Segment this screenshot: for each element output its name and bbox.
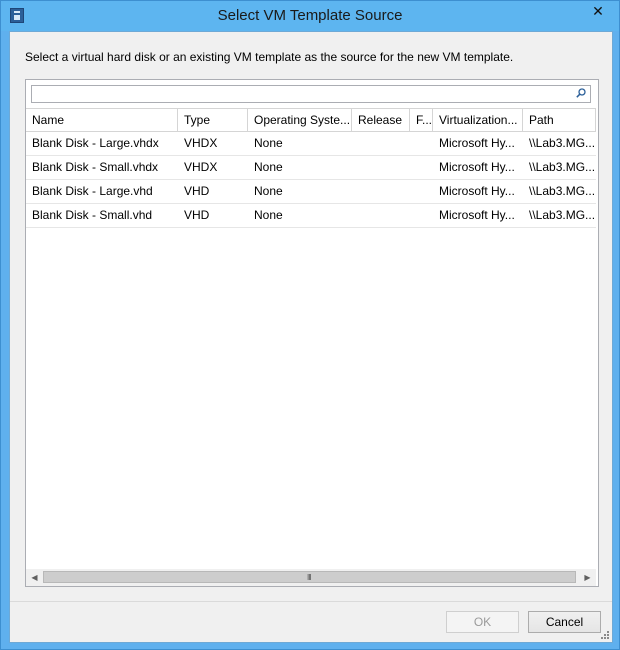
cell-name: Blank Disk - Large.vhd <box>32 184 153 198</box>
horizontal-scrollbar[interactable]: ◀ III ▶ <box>26 569 596 586</box>
cell-f <box>410 156 433 178</box>
button-bar: OK Cancel <box>10 601 612 642</box>
cell-type: VHDX <box>184 136 218 150</box>
search-input[interactable] <box>34 86 564 100</box>
cell-path: \\Lab3.MG... <box>529 136 596 150</box>
scroll-left-icon[interactable]: ◀ <box>26 569 43 586</box>
cell-release <box>352 204 410 226</box>
column-header-type[interactable]: Type <box>178 109 248 131</box>
table-row[interactable]: Blank Disk - Large.vhd VHD None Microsof… <box>26 180 596 204</box>
cell-operating-system: None <box>254 184 283 198</box>
cell-type: VHDX <box>184 160 218 174</box>
column-header-operating-system[interactable]: Operating Syste... <box>248 109 352 131</box>
column-header-release[interactable]: Release <box>352 109 410 131</box>
source-list: Name Type Operating Syste... Release F..… <box>25 79 599 587</box>
resize-grip-icon[interactable] <box>600 630 610 640</box>
cell-f <box>410 132 433 154</box>
column-header-name[interactable]: Name <box>26 109 178 131</box>
column-header-path[interactable]: Path <box>523 109 596 131</box>
cell-release <box>352 180 410 202</box>
header-row: Name Type Operating Syste... Release F..… <box>26 108 596 132</box>
cell-release <box>352 156 410 178</box>
cell-path: \\Lab3.MG... <box>529 160 596 174</box>
table-row[interactable]: Blank Disk - Small.vhdx VHDX None Micros… <box>26 156 596 180</box>
cell-operating-system: None <box>254 136 283 150</box>
cell-type: VHD <box>184 184 210 198</box>
table-row[interactable]: Blank Disk - Small.vhd VHD None Microsof… <box>26 204 596 228</box>
table-row[interactable]: Blank Disk - Large.vhdx VHDX None Micros… <box>26 132 596 156</box>
cell-virtualization: Microsoft Hy... <box>439 184 515 198</box>
close-icon[interactable]: ✕ <box>583 1 613 22</box>
cell-f <box>410 204 433 226</box>
window-title: Select VM Template Source <box>217 7 403 24</box>
title-bar[interactable]: Select VM Template Source ✕ <box>1 1 619 31</box>
cell-release <box>352 132 410 154</box>
cell-type: VHD <box>184 208 210 222</box>
dialog-window: Select VM Template Source ✕ Select a vir… <box>0 0 620 650</box>
cell-path: \\Lab3.MG... <box>529 208 596 222</box>
cancel-button[interactable]: Cancel <box>528 611 601 633</box>
cell-f <box>410 180 433 202</box>
dialog-body: Select a virtual hard disk or an existin… <box>9 31 613 643</box>
data-grid: Name Type Operating Syste... Release F..… <box>26 108 596 228</box>
search-icon[interactable] <box>576 88 586 98</box>
cell-name: Blank Disk - Small.vhd <box>32 208 153 222</box>
column-header-virtualization[interactable]: Virtualization... <box>433 109 523 131</box>
cell-path: \\Lab3.MG... <box>529 184 596 198</box>
cell-virtualization: Microsoft Hy... <box>439 208 515 222</box>
cell-virtualization: Microsoft Hy... <box>439 160 515 174</box>
grip-icon: III <box>307 573 312 582</box>
cell-name: Blank Disk - Small.vhdx <box>32 160 159 174</box>
scrollbar-thumb[interactable]: III <box>43 571 576 583</box>
search-box[interactable] <box>31 85 591 103</box>
cell-name: Blank Disk - Large.vhdx <box>32 136 159 150</box>
instruction-text: Select a virtual hard disk or an existin… <box>25 50 514 64</box>
ok-button[interactable]: OK <box>446 611 519 633</box>
cell-operating-system: None <box>254 208 283 222</box>
cell-virtualization: Microsoft Hy... <box>439 136 515 150</box>
column-header-f[interactable]: F... <box>410 109 433 131</box>
scroll-right-icon[interactable]: ▶ <box>579 569 596 586</box>
cell-operating-system: None <box>254 160 283 174</box>
